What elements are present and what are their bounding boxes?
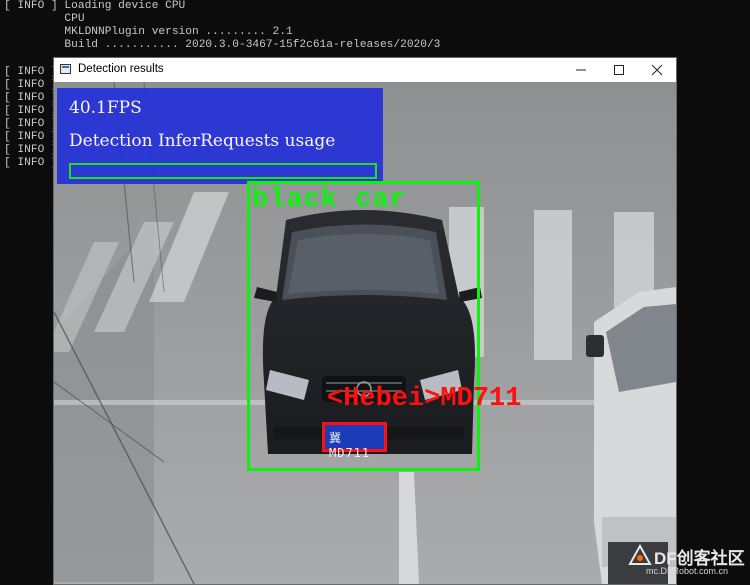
watermark-url: mc.DFRobot.com.cn xyxy=(646,566,729,576)
console-line: Build ........... 2020.3.0-3467-15f2c61a… xyxy=(4,39,441,51)
close-icon xyxy=(651,64,663,76)
plate-recognition-label: <Hebei>MD711 xyxy=(327,384,522,414)
maximize-icon xyxy=(614,65,624,75)
minimize-button[interactable] xyxy=(562,58,600,82)
infer-requests-usage-bar xyxy=(69,163,377,179)
console-line: [ INFO ] xyxy=(4,66,58,78)
license-plate-text: 冀 MD711 xyxy=(329,431,371,460)
vehicle-detection-label: black car xyxy=(252,185,407,215)
dfrobot-logo-icon xyxy=(628,544,652,565)
console-line: MKLDNNPlugin version ......... 2.1 xyxy=(4,26,293,38)
video-frame: 40.1FPS Detection InferRequests usage bl… xyxy=(54,82,676,584)
detection-results-window[interactable]: Detection results 40.1FPS Detection Infe… xyxy=(53,57,677,585)
console-line: [ INFO ] xyxy=(4,131,58,143)
console-line: [ INFO ] xyxy=(4,157,58,169)
console-line: [ INFO ] xyxy=(4,79,58,91)
app-icon xyxy=(60,64,71,74)
close-button[interactable] xyxy=(638,58,676,82)
console-line: CPU xyxy=(4,13,85,25)
infer-requests-usage-label: Detection InferRequests usage xyxy=(69,131,336,151)
window-title: Detection results xyxy=(78,63,164,75)
minimize-icon xyxy=(576,69,586,71)
performance-overlay: 40.1FPS Detection InferRequests usage xyxy=(57,88,383,184)
console-line: [ INFO ] Loading device CPU xyxy=(4,0,186,12)
fps-counter: 40.1FPS xyxy=(69,98,142,118)
console-line: [ INFO ] xyxy=(4,105,58,117)
maximize-button[interactable] xyxy=(600,58,638,82)
console-line: [ INFO ] xyxy=(4,92,58,104)
console-line: [ INFO ] xyxy=(4,144,58,156)
license-plate-box: 冀 MD711 xyxy=(322,422,387,460)
window-titlebar[interactable]: Detection results xyxy=(54,58,676,82)
console-line: [ INFO ] xyxy=(4,118,58,130)
